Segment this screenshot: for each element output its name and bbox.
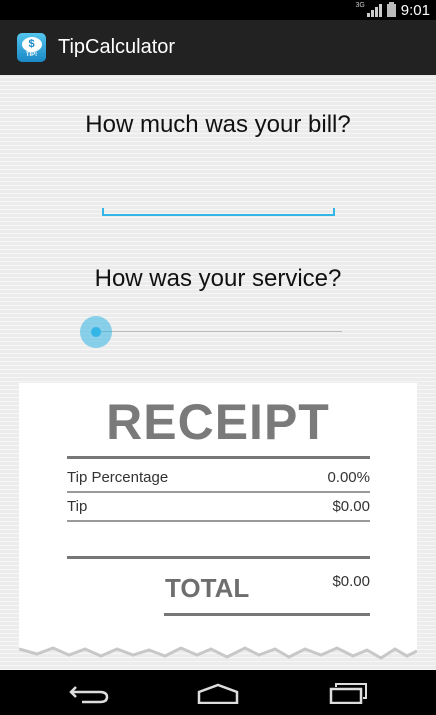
receipt-divider (67, 520, 370, 522)
slider-thumb-dot (91, 327, 101, 337)
slider-track[interactable] (94, 331, 342, 332)
total-label: TOTAL (165, 573, 250, 603)
bill-amount-input[interactable] (102, 188, 335, 216)
receipt: RECEIPT Tip Percentage 0.00% Tip $0.00 T… (19, 383, 417, 673)
battery-icon (386, 1, 396, 17)
home-icon[interactable] (197, 682, 239, 704)
main-content: How much was your bill? How was your ser… (0, 75, 436, 670)
receipt-divider (67, 491, 370, 493)
input-edge-right (333, 208, 335, 215)
receipt-divider (67, 456, 370, 459)
back-icon[interactable] (68, 682, 110, 704)
receipt-divider (67, 556, 370, 559)
clock: 9:01 (400, 1, 430, 19)
tip-calculator-app-icon[interactable]: $ TIP! (17, 33, 46, 62)
service-rating-slider[interactable] (80, 315, 342, 349)
tip-value: $0.00 (332, 498, 370, 515)
navigation-bar (0, 670, 436, 715)
input-edge-left (102, 208, 104, 215)
tip-label: Tip (67, 498, 88, 515)
app-icon-symbol: $ (21, 36, 42, 52)
bill-question-label: How much was your bill? (85, 111, 351, 138)
tip-percentage-value: 0.00% (327, 469, 370, 486)
receipt-divider (164, 613, 370, 616)
app-title: TipCalculator (58, 36, 176, 58)
tip-percentage-label: Tip Percentage (67, 469, 169, 486)
receipt-heading: RECEIPT (106, 394, 330, 450)
network-type: 3G (355, 1, 365, 9)
total-value: $0.00 (332, 573, 370, 590)
app-icon-caption: TIP! (25, 51, 38, 58)
status-bar: 3G 9:01 (0, 0, 436, 20)
slider-thumb[interactable] (80, 316, 112, 348)
action-bar: $ TIP! TipCalculator (0, 20, 436, 75)
recent-apps-icon[interactable] (328, 682, 370, 704)
signal-icon (366, 3, 382, 17)
service-question-label: How was your service? (94, 265, 342, 292)
